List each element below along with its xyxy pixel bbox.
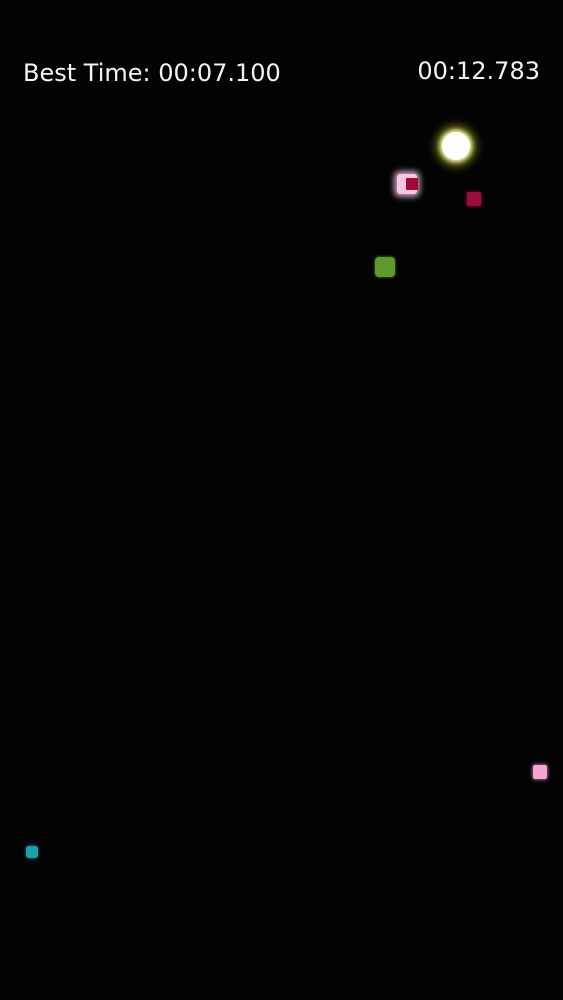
- teal-square: [26, 846, 38, 858]
- player-ball[interactable]: [442, 132, 470, 160]
- green-square: [375, 257, 395, 277]
- current-time-timer: 00:12.783: [417, 57, 540, 85]
- game-canvas[interactable]: Best Time: 00:07.100 00:12.783: [0, 0, 563, 1000]
- crimson-square: [467, 192, 481, 206]
- pink-glow-block-core: [406, 178, 418, 190]
- light-pink-square: [533, 765, 547, 779]
- best-time-label: Best Time: 00:07.100: [23, 59, 281, 87]
